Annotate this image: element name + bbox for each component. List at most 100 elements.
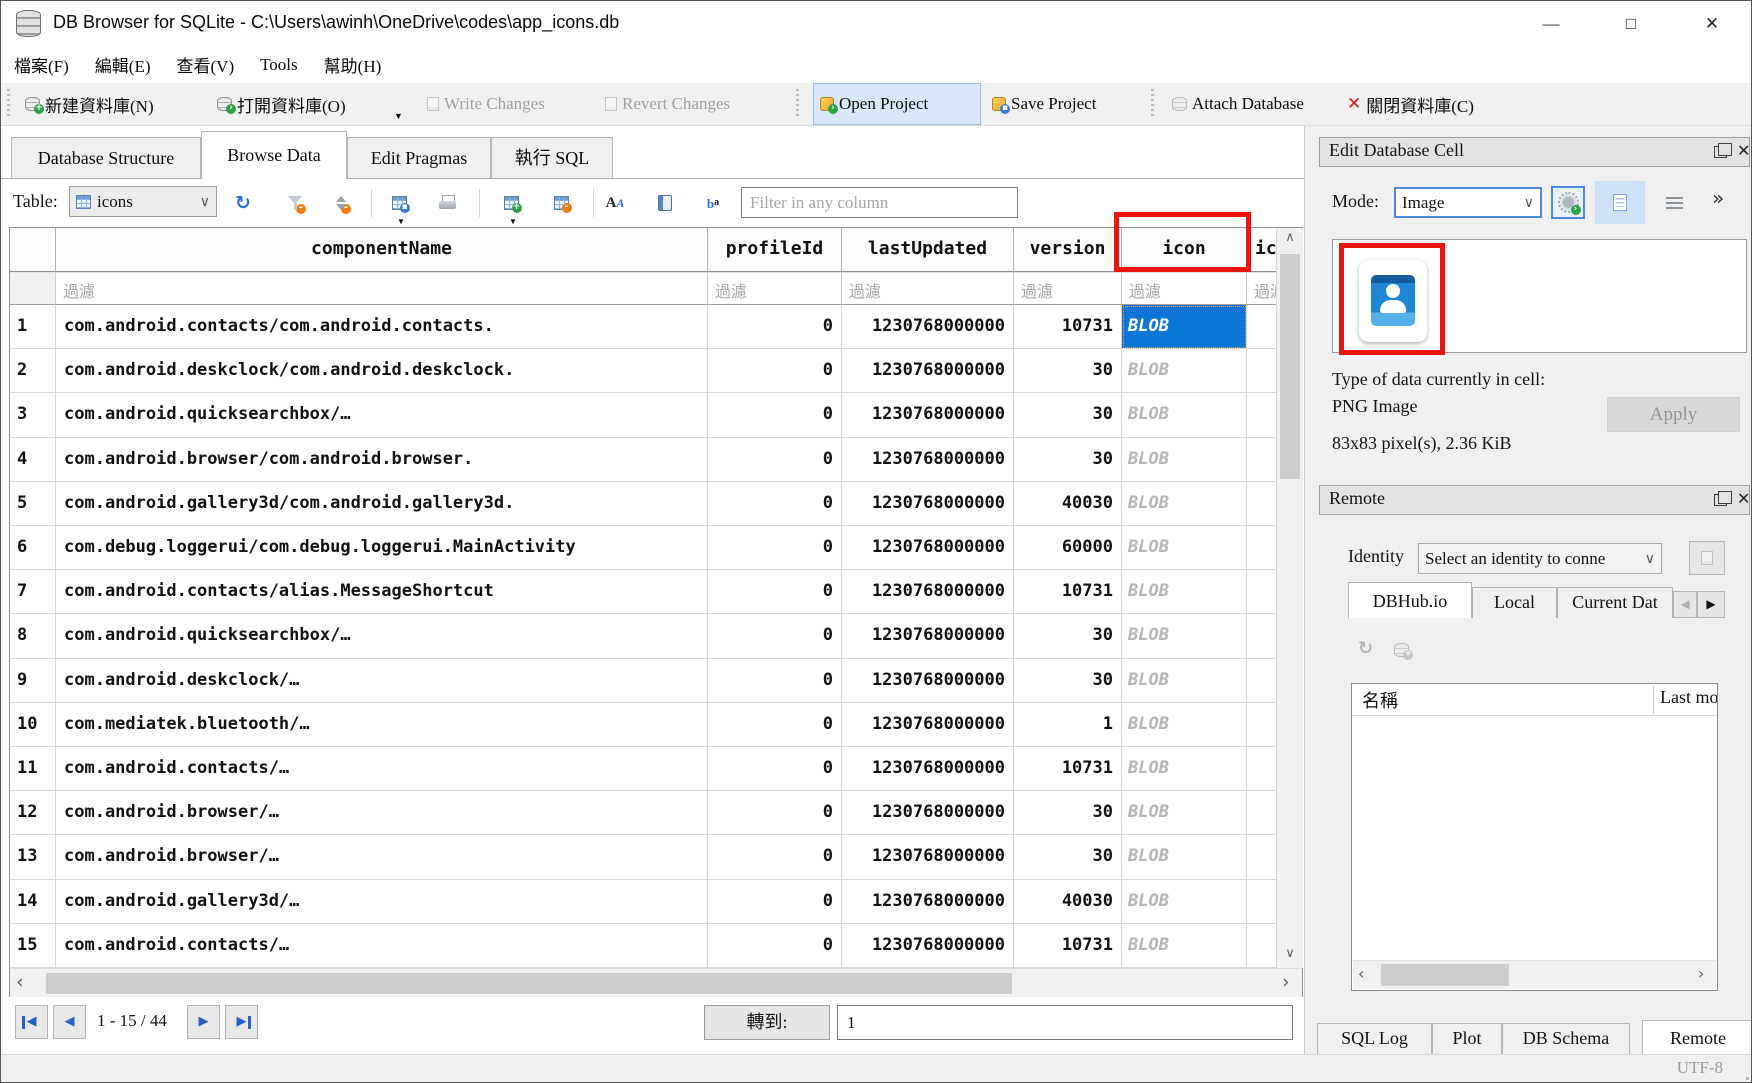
cell-row-number[interactable]: 3 bbox=[10, 393, 56, 437]
cell-profileId[interactable]: 0 bbox=[708, 924, 842, 968]
new-record-dropdown-icon[interactable]: ▼ bbox=[509, 217, 517, 226]
remote-list-column-name[interactable]: 名稱 bbox=[1362, 687, 1398, 713]
mode-select[interactable]: Image ∨ bbox=[1394, 187, 1542, 218]
tab-scroll-right-button[interactable]: ▶ bbox=[1697, 591, 1725, 618]
close-database-button[interactable]: ✕ 關閉資料庫(C) bbox=[1341, 83, 1480, 125]
filter-componentName[interactable]: 過濾 bbox=[56, 272, 708, 305]
refresh-button[interactable]: ↻ bbox=[231, 191, 255, 215]
filter-lastUpdated[interactable]: 過濾 bbox=[842, 272, 1014, 305]
filter-partial[interactable]: 過濾 bbox=[1247, 272, 1276, 305]
cell-profileId[interactable]: 0 bbox=[708, 659, 842, 703]
goto-button[interactable]: 轉到: bbox=[704, 1005, 830, 1040]
save-records-dropdown-icon[interactable]: ▼ bbox=[397, 217, 405, 226]
cell-profileId[interactable]: 0 bbox=[708, 791, 842, 835]
cell-componentName[interactable]: com.debug.loggerui/com.debug.loggerui.Ma… bbox=[56, 526, 708, 570]
maximize-button[interactable]: □ bbox=[1609, 7, 1653, 41]
cell-version[interactable]: 30 bbox=[1014, 349, 1122, 393]
encoding-indicator[interactable]: UTF-8 bbox=[1677, 1058, 1723, 1078]
horizontal-scroll-thumb[interactable] bbox=[46, 973, 1012, 994]
cell-row-number[interactable]: 14 bbox=[10, 880, 56, 924]
cell-icon-blob[interactable]: BLOB bbox=[1122, 349, 1247, 393]
new-record-button[interactable]: + bbox=[499, 191, 523, 215]
remote-list-scrollbar[interactable]: ‹ › bbox=[1353, 960, 1716, 989]
cell-componentName[interactable]: com.android.contacts/… bbox=[56, 747, 708, 791]
cell-lastUpdated[interactable]: 1230768000000 bbox=[842, 438, 1014, 482]
cell-lastUpdated[interactable]: 1230768000000 bbox=[842, 393, 1014, 437]
cell-icon-blob[interactable]: BLOB bbox=[1122, 703, 1247, 747]
minimize-button[interactable]: — bbox=[1529, 7, 1573, 41]
toolbar-overflow-icon[interactable]: » bbox=[1712, 186, 1724, 210]
cell-profileId[interactable]: 0 bbox=[708, 614, 842, 658]
cell-icon-blob[interactable]: BLOB bbox=[1122, 614, 1247, 658]
vertical-scrollbar[interactable]: ∧ ∨ bbox=[1276, 228, 1303, 968]
cell-icon-blob[interactable]: BLOB bbox=[1122, 659, 1247, 703]
font-settings-button[interactable] bbox=[603, 191, 627, 215]
next-page-button[interactable]: ▶ bbox=[187, 1005, 220, 1039]
cell-version[interactable]: 30 bbox=[1014, 393, 1122, 437]
cell-lastUpdated[interactable]: 1230768000000 bbox=[842, 880, 1014, 924]
cell-version[interactable]: 30 bbox=[1014, 835, 1122, 879]
cell-row-number[interactable]: 8 bbox=[10, 614, 56, 658]
scroll-right-icon[interactable]: › bbox=[1698, 964, 1704, 983]
cell-componentName[interactable]: com.android.browser/… bbox=[56, 835, 708, 879]
menu-view[interactable]: 查看(V) bbox=[164, 52, 248, 77]
remote-tab-local[interactable]: Local bbox=[1472, 587, 1557, 618]
revert-changes-button[interactable]: Revert Changes bbox=[599, 83, 736, 125]
cell-lastUpdated[interactable]: 1230768000000 bbox=[842, 305, 1014, 349]
open-database-dropdown-icon[interactable]: ▼ bbox=[394, 111, 403, 121]
cell-row-number[interactable]: 15 bbox=[10, 924, 56, 968]
scroll-down-icon[interactable]: ∨ bbox=[1277, 946, 1303, 961]
remote-tab-current-database[interactable]: Current Dat bbox=[1557, 587, 1673, 618]
cell-componentName[interactable]: com.android.browser/com.android.browser. bbox=[56, 438, 708, 482]
cell-profileId[interactable]: 0 bbox=[708, 349, 842, 393]
cell-componentName[interactable]: com.android.contacts/… bbox=[56, 924, 708, 968]
cell-componentName[interactable]: com.mediatek.bluetooth/… bbox=[56, 703, 708, 747]
clear-filters-button[interactable]: - bbox=[283, 191, 307, 215]
cell-componentName[interactable]: com.android.gallery3d/com.android.galler… bbox=[56, 482, 708, 526]
filter-icon[interactable]: 過濾 bbox=[1122, 272, 1247, 305]
cell-row-number[interactable]: 13 bbox=[10, 835, 56, 879]
remote-scroll-thumb[interactable] bbox=[1381, 964, 1509, 986]
column-header-profileId[interactable]: profileId bbox=[708, 228, 842, 272]
scroll-right-icon[interactable]: › bbox=[1282, 971, 1290, 993]
close-dock-icon[interactable]: ✕ bbox=[1737, 489, 1750, 508]
cell-icon-blob[interactable]: BLOB bbox=[1122, 924, 1247, 968]
cell-row-number[interactable]: 1 bbox=[10, 305, 56, 349]
cell-row-number[interactable]: 9 bbox=[10, 659, 56, 703]
cell-profileId[interactable]: 0 bbox=[708, 880, 842, 924]
new-database-button[interactable]: + 新建資料庫(N) bbox=[19, 83, 160, 125]
cell-row-number[interactable]: 2 bbox=[10, 349, 56, 393]
float-dock-icon[interactable] bbox=[1714, 494, 1727, 506]
cell-lastUpdated[interactable]: 1230768000000 bbox=[842, 349, 1014, 393]
cell-version[interactable]: 1 bbox=[1014, 703, 1122, 747]
cell-componentName[interactable]: com.android.quicksearchbox/… bbox=[56, 393, 708, 437]
previous-page-button[interactable]: ◀ bbox=[53, 1005, 86, 1039]
cell-icon-blob[interactable]: BLOB bbox=[1122, 835, 1247, 879]
dock-tab-db-schema[interactable]: DB Schema bbox=[1502, 1023, 1630, 1054]
dock-tab-remote[interactable]: Remote bbox=[1642, 1020, 1752, 1057]
open-project-button[interactable]: › Open Project bbox=[813, 83, 981, 125]
horizontal-scrollbar[interactable]: ‹ › bbox=[10, 968, 1302, 997]
resize-grip[interactable] bbox=[1746, 1077, 1749, 1080]
condensed-font-button[interactable] bbox=[701, 191, 725, 215]
column-header-componentName[interactable]: componentName bbox=[56, 228, 708, 272]
cell-lastUpdated[interactable]: 1230768000000 bbox=[842, 526, 1014, 570]
filter-any-column-input[interactable] bbox=[741, 187, 1018, 218]
cell-lastUpdated[interactable]: 1230768000000 bbox=[842, 614, 1014, 658]
cell-lastUpdated[interactable]: 1230768000000 bbox=[842, 659, 1014, 703]
menu-help[interactable]: 幫助(H) bbox=[311, 52, 395, 77]
cell-profileId[interactable]: 0 bbox=[708, 393, 842, 437]
tab-database-structure[interactable]: Database Structure bbox=[11, 137, 201, 178]
cell-lastUpdated[interactable]: 1230768000000 bbox=[842, 482, 1014, 526]
cell-version[interactable]: 30 bbox=[1014, 791, 1122, 835]
cell-componentName[interactable]: com.android.browser/… bbox=[56, 791, 708, 835]
filter-version[interactable]: 過濾 bbox=[1014, 272, 1122, 305]
save-project-button[interactable]: ▪ Save Project bbox=[986, 83, 1102, 125]
cell-version[interactable]: 30 bbox=[1014, 659, 1122, 703]
scroll-left-icon[interactable]: ‹ bbox=[1358, 964, 1364, 983]
remote-refresh-icon[interactable]: ↻ bbox=[1358, 638, 1373, 659]
tab-scroll-left-button[interactable]: ◀ bbox=[1673, 591, 1697, 618]
goto-record-input[interactable] bbox=[837, 1005, 1293, 1040]
cell-version[interactable]: 10731 bbox=[1014, 924, 1122, 968]
tab-browse-data[interactable]: Browse Data bbox=[201, 131, 347, 179]
